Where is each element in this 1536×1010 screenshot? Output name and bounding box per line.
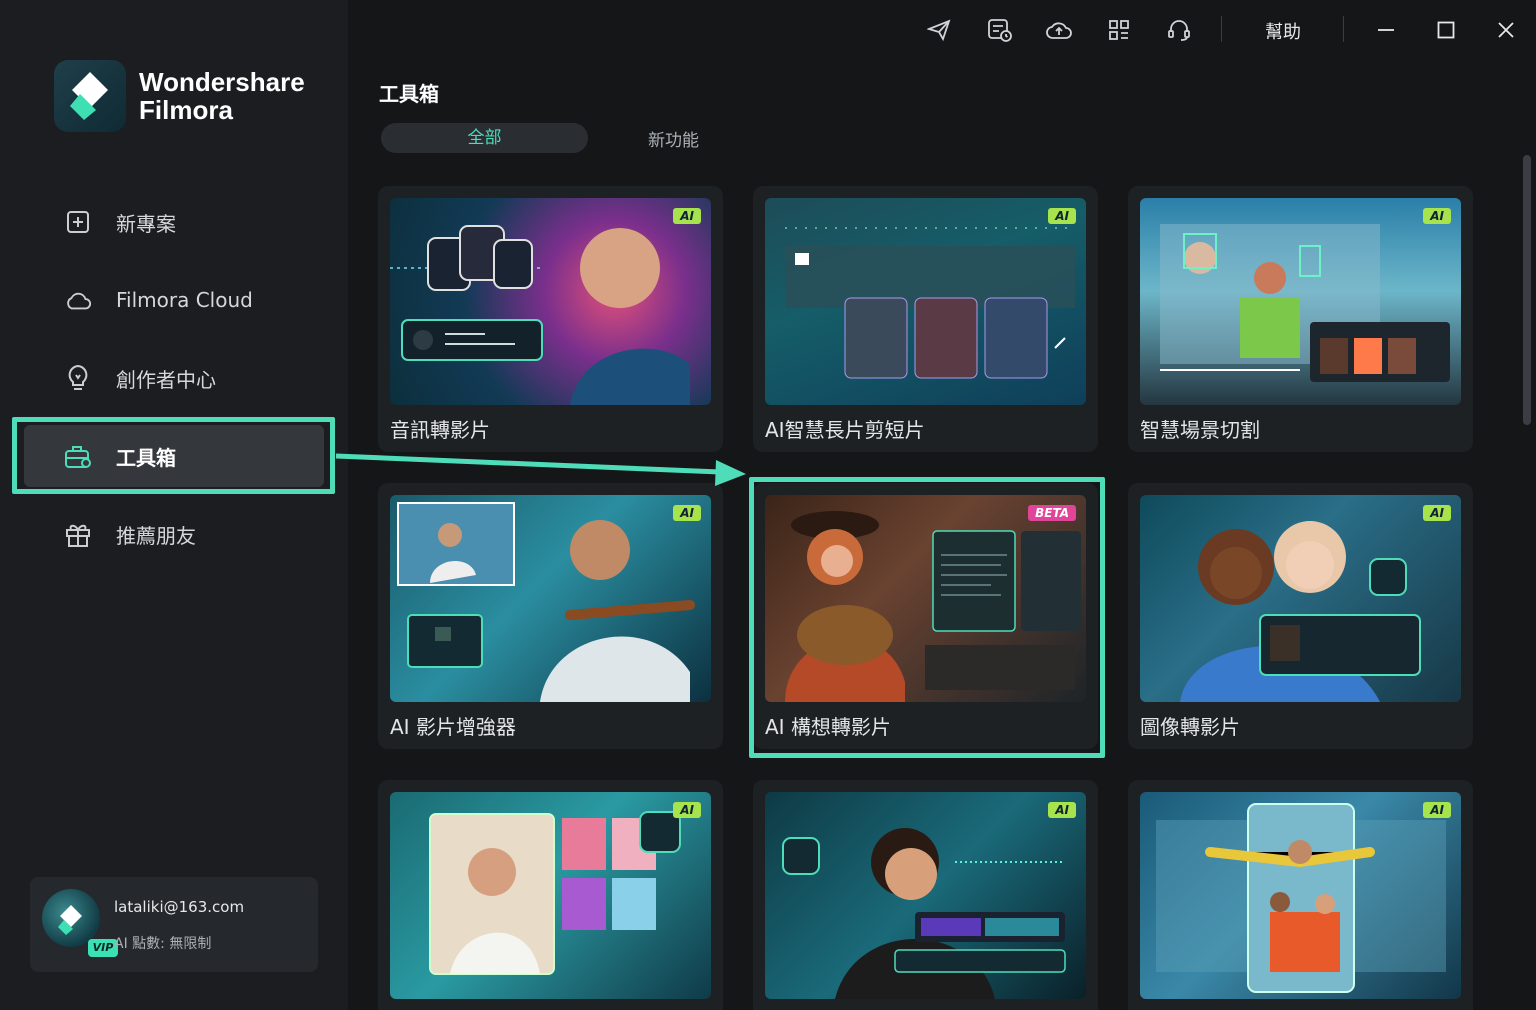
user-card[interactable]: VIP lataliki@163.com AI 點數: 無限制 — [30, 877, 318, 972]
sidebar-item-filmora-cloud[interactable]: Filmora Cloud — [24, 269, 324, 331]
brand-line2: Filmora — [139, 95, 233, 125]
tab-all[interactable]: 全部 — [381, 123, 588, 153]
tool-card-long-to-short[interactable]: AI AI智慧長片剪短片 — [753, 186, 1098, 452]
tool-card-label: 智慧場景切割 — [1140, 418, 1260, 442]
tool-card-photo-collage[interactable]: AI — [378, 780, 723, 1010]
cloud-upload-icon[interactable] — [1043, 14, 1075, 46]
maximize-icon[interactable] — [1430, 14, 1462, 46]
new-project-icon — [64, 208, 92, 236]
ai-badge: AI — [1423, 208, 1451, 224]
tool-thumbnail: AI — [1140, 792, 1461, 999]
tool-thumbnail: AI — [1140, 198, 1461, 405]
tool-card-label: 音訊轉影片 — [390, 418, 490, 442]
tool-card-image-to-video[interactable]: AI 圖像轉影片 — [1128, 483, 1473, 749]
filmora-window: Wondershare Filmora 新專案 Filmora Cloud 創作… — [0, 0, 1536, 1010]
tool-card-label: AI 構想轉影片 — [765, 715, 891, 739]
gift-icon — [64, 520, 92, 548]
ai-badge: AI — [673, 505, 701, 521]
sidebar-item-new-project[interactable]: 新專案 — [24, 191, 324, 253]
tasks-icon[interactable] — [984, 14, 1016, 46]
page-title: 工具箱 — [379, 82, 439, 106]
scrollbar[interactable] — [1523, 155, 1531, 425]
tool-card-audio-to-video[interactable]: AI 音訊轉影片 — [378, 186, 723, 452]
ai-credits: AI 點數: 無限制 — [114, 936, 212, 952]
sidebar-item-label: 新專案 — [116, 211, 176, 236]
ai-badge: AI — [673, 802, 701, 818]
tool-card-video-enhancer[interactable]: AI AI 影片增強器 — [378, 483, 723, 749]
ai-badge: AI — [1048, 208, 1076, 224]
tool-thumbnail: AI — [765, 792, 1086, 999]
send-icon[interactable] — [923, 14, 955, 46]
tool-thumbnail: AI — [765, 198, 1086, 405]
tool-card-idea-to-video[interactable]: BETA AI 構想轉影片 — [753, 483, 1098, 749]
headset-icon[interactable] — [1163, 14, 1195, 46]
ai-badge: AI — [1423, 505, 1451, 521]
sidebar-item-label: 推薦朋友 — [116, 523, 196, 548]
sidebar: Wondershare Filmora 新專案 Filmora Cloud 創作… — [0, 0, 348, 1010]
minimize-icon[interactable] — [1370, 14, 1402, 46]
tool-thumbnail: AI — [390, 495, 711, 702]
tool-card-label: 圖像轉影片 — [1140, 715, 1240, 739]
lightbulb-icon — [64, 364, 92, 392]
tool-card-label: AI智慧長片剪短片 — [765, 418, 925, 442]
sidebar-item-label: 工具箱 — [116, 445, 176, 470]
sidebar-item-creator-center[interactable]: 創作者中心 — [24, 347, 324, 409]
tool-thumbnail: AI — [390, 198, 711, 405]
sidebar-item-refer-friend[interactable]: 推薦朋友 — [24, 503, 324, 565]
toolbar-divider — [1343, 16, 1344, 42]
tab-new-features[interactable]: 新功能 — [648, 126, 699, 151]
user-email: lataliki@163.com — [114, 898, 245, 916]
main-content: 幫助 工具箱 全部 新功能 AI 音訊轉影片 AI AI智慧長片剪短片 AI 智… — [348, 0, 1536, 1010]
toolbar-divider — [1221, 16, 1222, 42]
close-icon[interactable] — [1490, 14, 1522, 46]
cloud-icon — [64, 286, 92, 314]
ai-badge: AI — [1048, 802, 1076, 818]
tool-thumbnail: BETA — [765, 495, 1086, 702]
tool-card-scene-detection[interactable]: AI 智慧場景切割 — [1128, 186, 1473, 452]
grid-icon[interactable] — [1103, 14, 1135, 46]
toolbox-icon — [64, 442, 92, 470]
tool-thumbnail: AI — [390, 792, 711, 999]
beta-badge: BETA — [1028, 505, 1076, 521]
sidebar-item-label: Filmora Cloud — [116, 288, 253, 312]
tool-card-auto-reframe[interactable]: AI — [1128, 780, 1473, 1010]
sidebar-item-label: 創作者中心 — [116, 367, 216, 392]
ai-badge: AI — [1423, 802, 1451, 818]
tool-thumbnail: AI — [1140, 495, 1461, 702]
brand-name: Wondershare Filmora — [139, 68, 305, 124]
tool-card-audio-editor[interactable]: AI — [753, 780, 1098, 1010]
help-button[interactable]: 幫助 — [1265, 18, 1301, 44]
filmora-logo — [54, 60, 126, 132]
tool-card-label: AI 影片增強器 — [390, 715, 516, 739]
brand-line1: Wondershare — [139, 67, 305, 97]
sidebar-item-toolbox[interactable]: 工具箱 — [24, 425, 324, 487]
ai-badge: AI — [673, 208, 701, 224]
